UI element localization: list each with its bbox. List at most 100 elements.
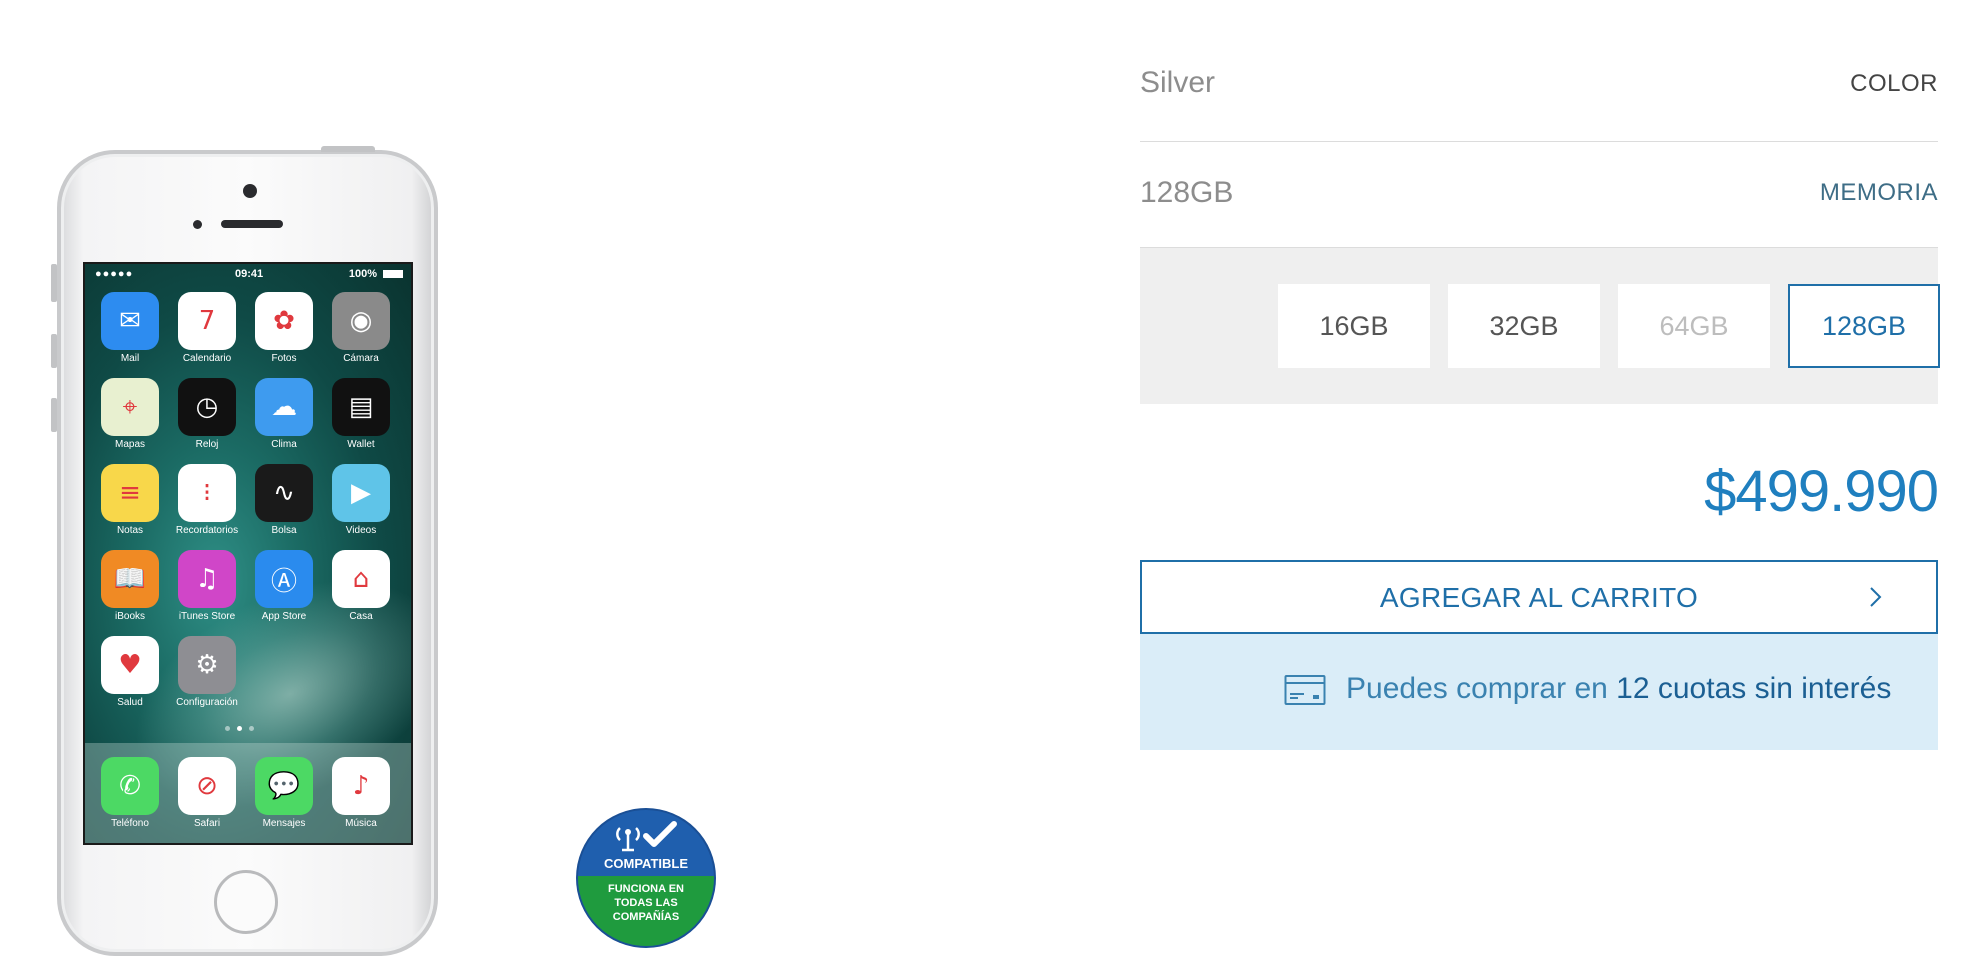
memory-label: MEMORIA xyxy=(1819,179,1938,206)
product-page: ●●●●● 09:41 100% ✉ Mail 7 Calendario ✿ Fotos ◉… xyxy=(0,0,1978,975)
earpiece-speaker xyxy=(221,220,283,228)
stocks-icon: ∿ xyxy=(255,464,313,522)
memory-choices: 16GB 32GB 64GB 128GB xyxy=(1140,248,1940,404)
app-label: Casa xyxy=(349,611,373,622)
app-label: Cámara xyxy=(343,353,379,364)
status-bar: ●●●●● 09:41 100% xyxy=(85,264,411,284)
app-phone: ✆ Teléfono xyxy=(101,757,159,829)
app-label: Recordatorios xyxy=(175,525,239,536)
app-app-store: Ⓐ App Store xyxy=(255,550,313,622)
memory-128gb-button[interactable]: 128GB xyxy=(1788,284,1940,368)
badge-title: COMPATIBLE xyxy=(603,856,688,871)
battery-percent: 100% xyxy=(348,268,377,280)
app-home-app: ⌂ Casa xyxy=(332,550,390,622)
badge-line-2: TODAS LAS xyxy=(614,897,678,909)
ibooks-icon: 📖 xyxy=(101,550,159,608)
app-calendar: 7 Calendario xyxy=(178,292,236,364)
app-photos: ✿ Fotos xyxy=(255,292,313,364)
installments-text: Puedes comprar en 12 cuotas sin interés xyxy=(1346,672,1891,706)
music-icon: ♪ xyxy=(332,757,390,815)
app-messages: 💬 Mensajes xyxy=(255,757,313,829)
volume-up-graphic xyxy=(51,334,57,368)
badge-line-3: COMPAÑÍAS xyxy=(612,911,680,923)
product-image: ●●●●● 09:41 100% ✉ Mail 7 Calendario ✿ Fotos ◉… xyxy=(51,146,438,956)
phone-icon: ✆ xyxy=(101,757,159,815)
badge-line-1: FUNCIONA EN xyxy=(608,883,684,895)
notes-icon: ≡ xyxy=(101,464,159,522)
app-mail: ✉ Mail xyxy=(101,292,159,364)
maps-icon: ⌖ xyxy=(101,378,159,436)
product-price: $499.990 xyxy=(1704,459,1939,524)
app-label: Mensajes xyxy=(262,818,306,829)
selected-memory: 128GB xyxy=(1140,176,1234,209)
app-settings: ⚙ Configuración xyxy=(176,636,238,708)
calendar-icon: 7 xyxy=(178,292,236,350)
app-label: App Store xyxy=(261,611,307,622)
app-label: iTunes Store xyxy=(178,611,236,622)
home-app-icon: ⌂ xyxy=(332,550,390,608)
app-label: Videos xyxy=(345,525,377,536)
proximity-sensor xyxy=(193,220,202,229)
app-label: Safari xyxy=(193,818,221,829)
app-label: Mapas xyxy=(114,439,145,450)
battery-icon xyxy=(383,270,403,278)
app-store-icon: Ⓐ xyxy=(255,550,313,608)
badge-subtitle: FUNCIONA EN TODAS LAS COMPAÑÍAS xyxy=(578,876,714,946)
memory-32gb-button[interactable]: 32GB xyxy=(1448,284,1600,368)
page-indicator xyxy=(225,726,254,731)
clock-icon: ◷ xyxy=(178,378,236,436)
app-maps: ⌖ Mapas xyxy=(101,378,159,450)
app-label: Reloj xyxy=(195,439,219,450)
app-weather: ☁ Clima xyxy=(255,378,313,450)
memory-64gb-button[interactable]: 64GB xyxy=(1618,284,1770,368)
front-camera xyxy=(243,184,257,198)
messages-icon: 💬 xyxy=(255,757,313,815)
add-to-cart-label: AGREGAR AL CARRITO xyxy=(1379,582,1699,613)
power-button-graphic xyxy=(321,146,375,152)
app-itunes-store: ♫ iTunes Store xyxy=(178,550,236,622)
mute-switch-graphic xyxy=(51,264,57,302)
chevron-right-icon xyxy=(1870,587,1882,607)
app-stocks: ∿ Bolsa xyxy=(255,464,313,536)
installments-highlight: 12 cuotas sin interés xyxy=(1616,672,1892,705)
app-label: Notas xyxy=(116,525,144,536)
status-time: 09:41 xyxy=(235,268,264,280)
app-label: Fotos xyxy=(271,353,297,364)
app-label: Mail xyxy=(120,353,140,364)
safari-icon: ⊘ xyxy=(178,757,236,815)
mail-icon: ✉ xyxy=(101,292,159,350)
app-clock: ◷ Reloj xyxy=(178,378,236,450)
compatible-badge: COMPATIBLE FUNCIONA EN TODAS LAS COMPAÑÍ… xyxy=(578,810,714,946)
add-to-cart-button[interactable]: AGREGAR AL CARRITO xyxy=(1140,560,1938,634)
wallet-icon: ▤ xyxy=(332,378,390,436)
videos-icon: ▶ xyxy=(332,464,390,522)
app-label: Salud xyxy=(117,697,143,708)
signal-indicator: ●●●●● xyxy=(95,268,134,280)
home-screen-apps: ✉ Mail 7 Calendario ✿ Fotos ◉ Cámara ⌖ Mapas ◷ Relo… xyxy=(101,292,401,708)
purchase-panel: Silver COLOR 128GB MEMORIA 16GB 32GB 64G… xyxy=(1140,0,1940,760)
app-ibooks: 📖 iBooks xyxy=(101,550,159,622)
itunes-store-icon: ♫ xyxy=(178,550,236,608)
app-camera: ◉ Cámara xyxy=(332,292,390,364)
photos-icon: ✿ xyxy=(255,292,313,350)
app-videos: ▶ Videos xyxy=(332,464,390,536)
camera-icon: ◉ xyxy=(332,292,390,350)
app-label: Configuración xyxy=(176,697,238,708)
selected-color: Silver xyxy=(1140,66,1216,99)
app-wallet: ▤ Wallet xyxy=(332,378,390,450)
antenna-check-icon xyxy=(578,820,714,859)
memory-option-row[interactable]: 128GB MEMORIA xyxy=(1140,142,1938,248)
app-safari: ⊘ Safari xyxy=(178,757,236,829)
installments-prefix: Puedes comprar en xyxy=(1346,672,1617,705)
color-option-row[interactable]: Silver COLOR xyxy=(1140,0,1938,142)
app-label: Bolsa xyxy=(271,525,297,536)
app-label: Wallet xyxy=(347,439,375,450)
settings-icon: ⚙ xyxy=(178,636,236,694)
phone-screen: ●●●●● 09:41 100% ✉ Mail 7 Calendario ✿ Fotos ◉… xyxy=(83,262,413,845)
app-reminders: ⁝ Recordatorios xyxy=(176,464,238,536)
reminders-icon: ⁝ xyxy=(178,464,236,522)
app-health: ♥ Salud xyxy=(101,636,159,708)
app-label: Música xyxy=(345,818,377,829)
app-notes: ≡ Notas xyxy=(101,464,159,536)
memory-16gb-button[interactable]: 16GB xyxy=(1278,284,1430,368)
